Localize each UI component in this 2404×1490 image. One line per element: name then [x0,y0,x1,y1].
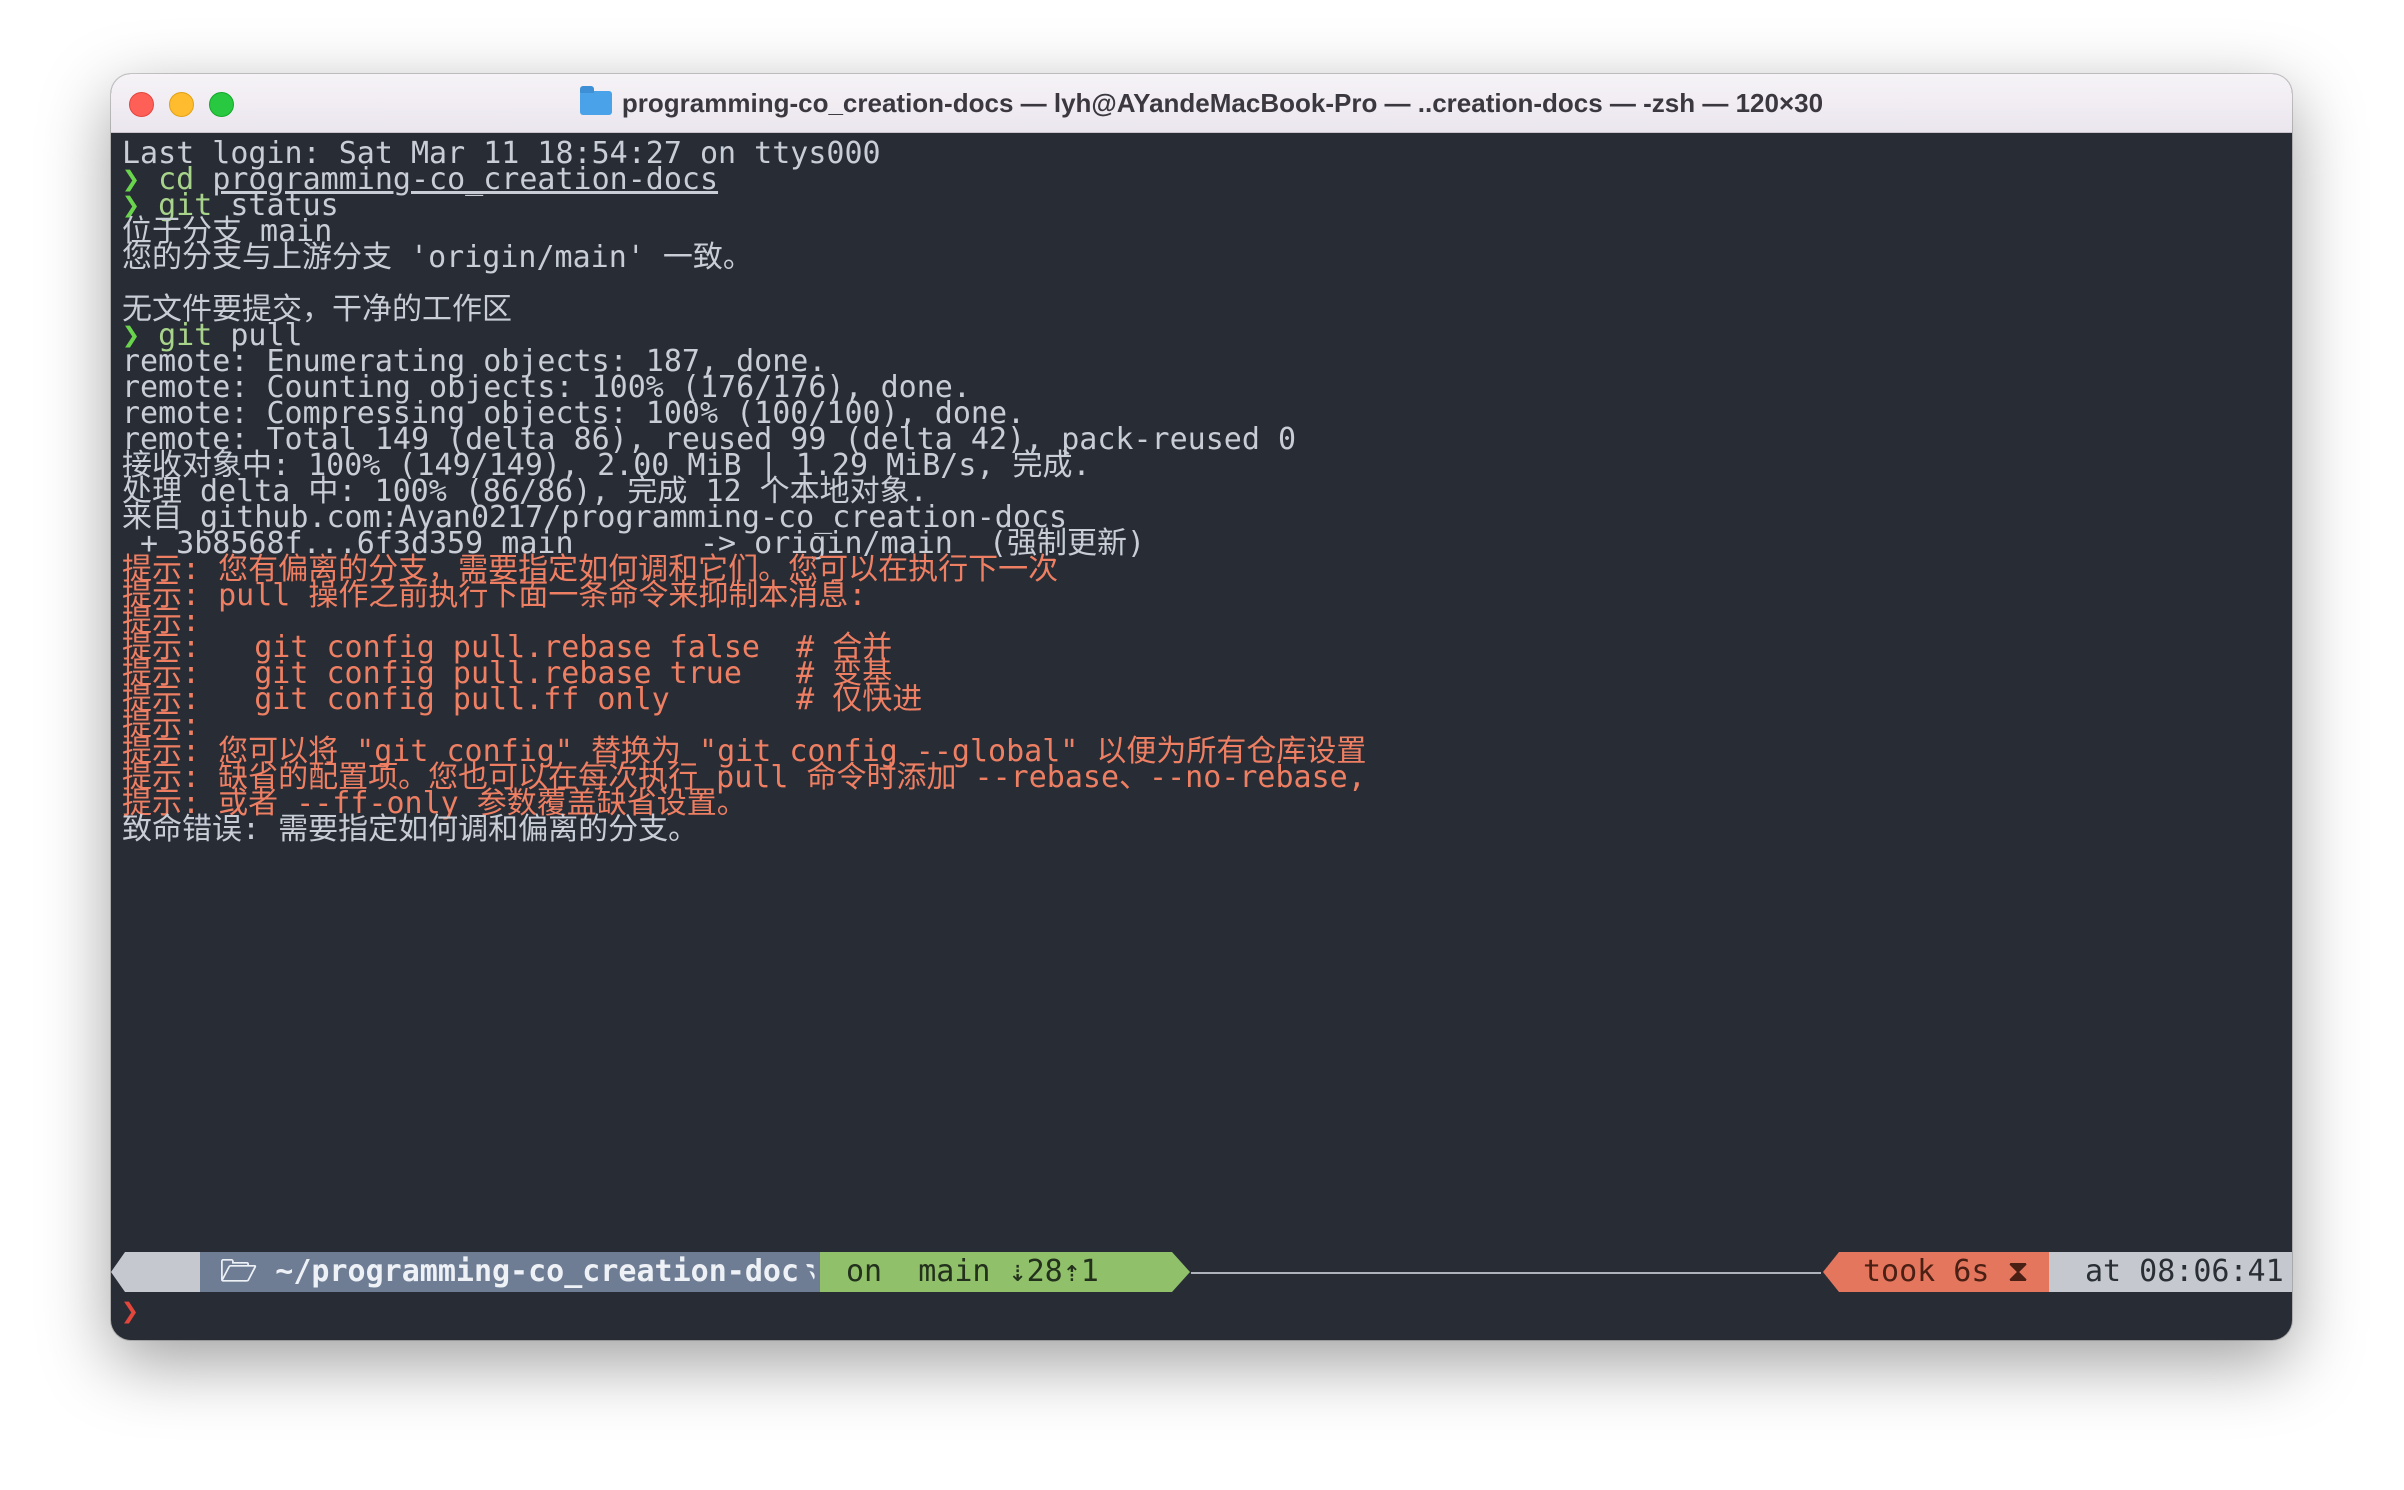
input-prompt-symbol[interactable]: ❯ [121,1292,139,1332]
window-title: programming-co_creation-docs — lyh@AYand… [111,74,2292,132]
segment-separator [2029,1252,2049,1292]
apple-icon [111,1252,200,1292]
hint-line: 提示: pull 操作之前执行下面一条命令来抑制本消息: [122,578,867,613]
prompt-status-bar: 🗁 ~/programming-co_creation-docs on main… [111,1252,2292,1292]
window-title-text: programming-co_creation-docs — lyh@AYand… [621,87,1824,118]
hint-line: 提示: git config pull.ff only # 仅快进 [122,682,923,717]
prompt-fill-line [1191,1272,1821,1274]
title-bar[interactable]: programming-co_creation-docs — lyh@AYand… [111,74,2292,133]
error-line: 致命错误: 需要指定如何调和偏离的分支。 [122,812,699,847]
folder-icon [579,86,612,115]
git-status-segment: on main ⇣28⇡1 [820,1252,1190,1292]
terminal-output[interactable]: Last login: Sat Mar 11 18:54:27 on ttys0… [122,134,2292,1340]
command-duration: took 6s ⧗ [1823,1252,2049,1292]
segment-separator [800,1252,820,1292]
terminal-window: programming-co_creation-docs — lyh@AYand… [111,74,2292,1340]
terminal-line: 您的分支与上游分支 'origin/main' 一致。 [122,240,753,275]
current-directory: 🗁 ~/programming-co_creation-docs [200,1252,820,1292]
clock-segment: at 08:06:41 ⊙ [2049,1252,2292,1292]
